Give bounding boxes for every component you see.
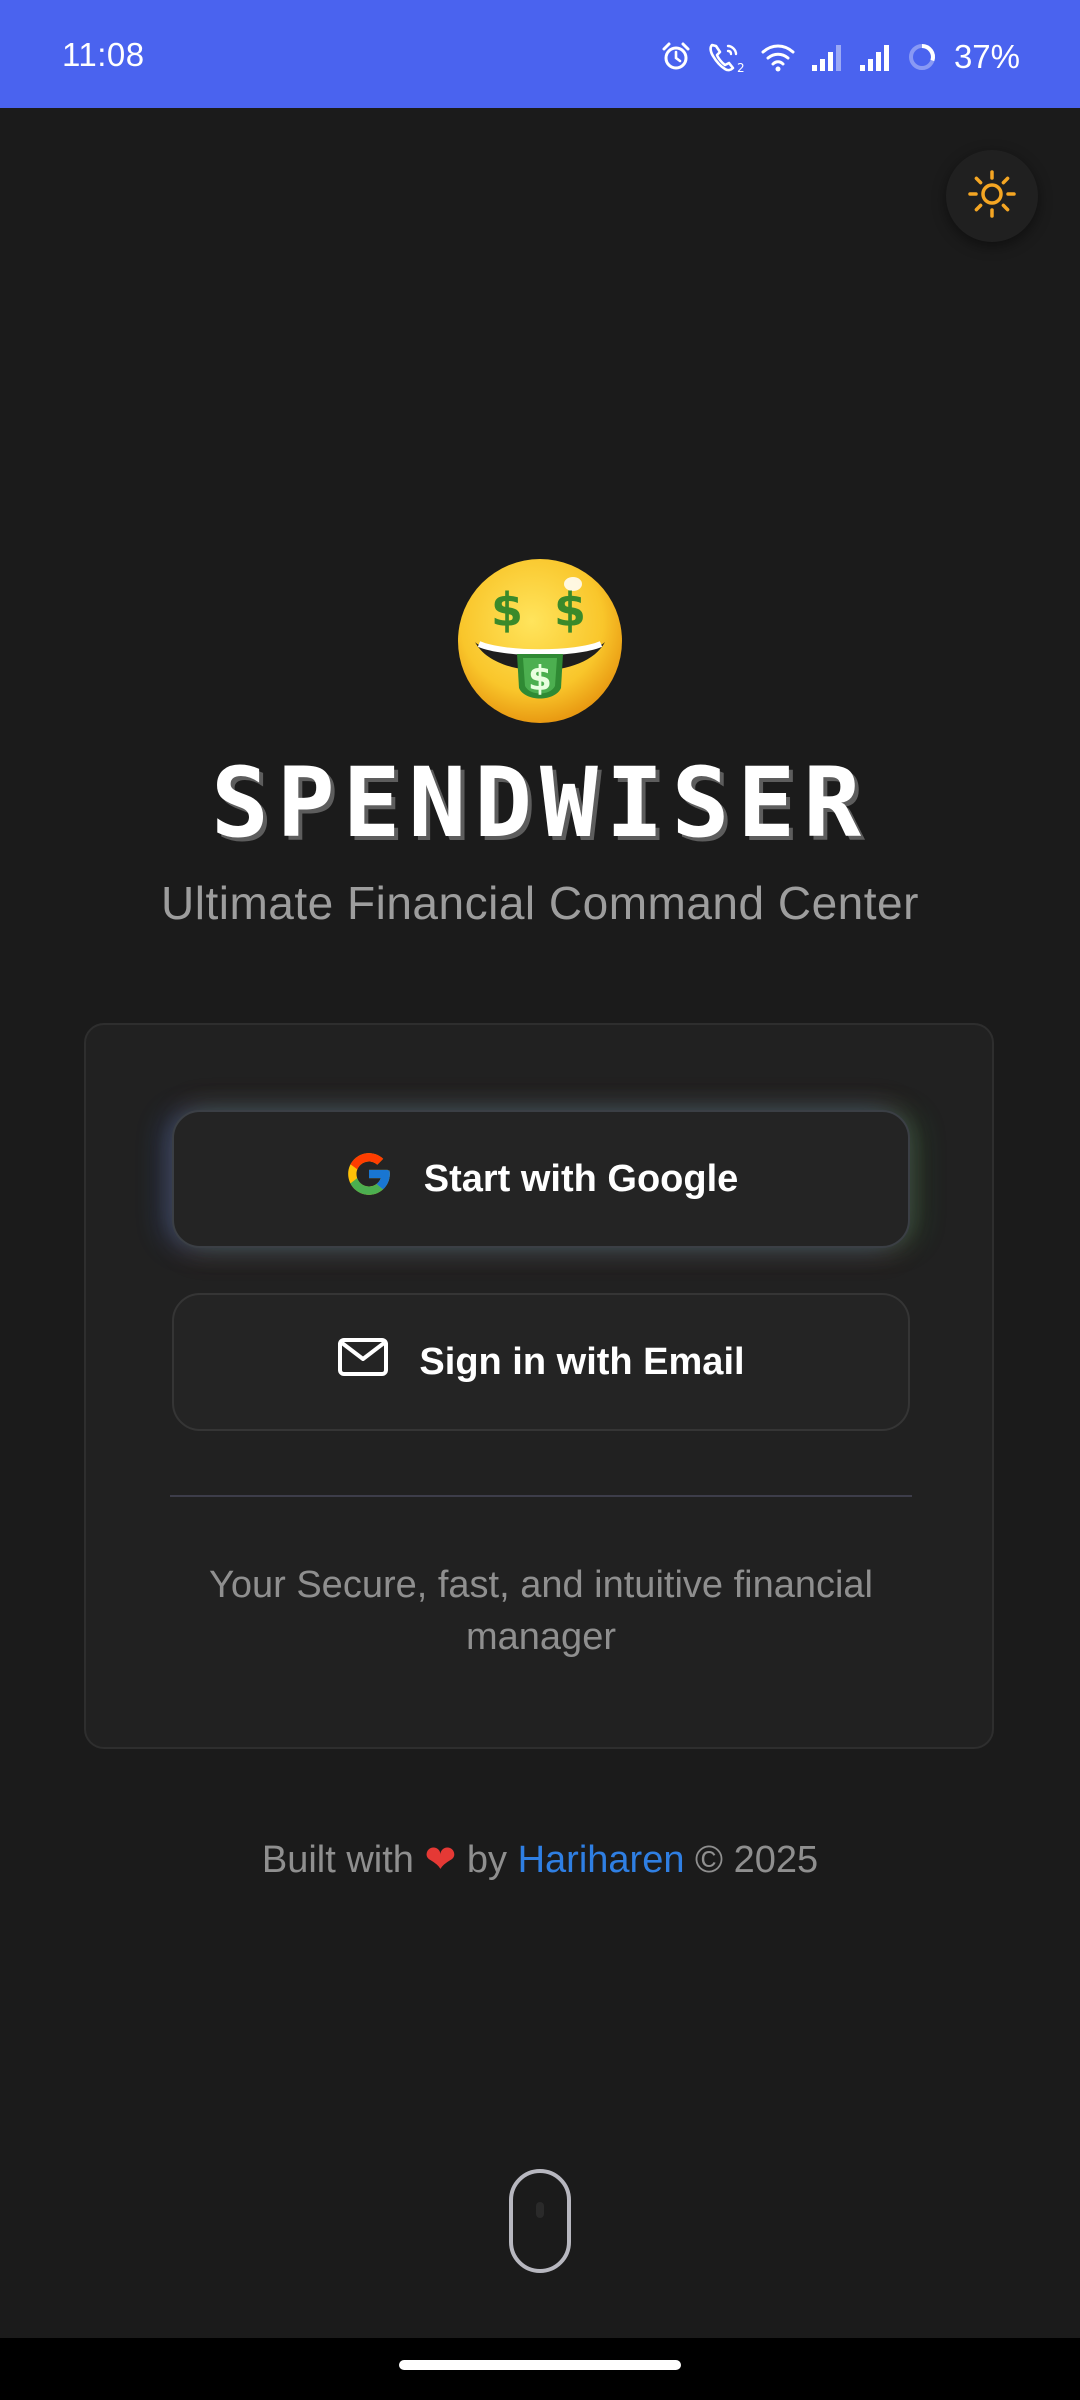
navigation-bar — [0, 2338, 1080, 2400]
battery-ring-icon — [906, 41, 938, 73]
author-link[interactable]: Hariharen — [518, 1839, 685, 1881]
footer-prefix: Built with — [261, 1839, 414, 1881]
svg-text:$: $ — [554, 583, 586, 637]
app-title: SPENDWISER — [211, 747, 869, 859]
wifi-icon — [760, 41, 796, 73]
wifi-calling-icon: 2 — [706, 41, 746, 73]
signal-1-icon — [810, 41, 844, 73]
auth-card: Start with Google Sign in with Email You… — [84, 1023, 994, 1749]
login-screen: 11:08 2 37% $ $ $ SPENDWISER Ultimate Fi… — [0, 0, 1080, 2400]
sun-icon — [966, 168, 1018, 225]
card-tagline: Your Secure, fast, and intuitive financi… — [209, 1564, 873, 1658]
alarm-icon — [660, 41, 692, 73]
battery-percentage: 37% — [953, 38, 1020, 75]
google-button-label: Start with Google — [423, 1157, 739, 1200]
home-indicator[interactable] — [399, 2360, 681, 2370]
google-sign-in-button[interactable]: Start with Google — [172, 1110, 910, 1248]
card-divider — [170, 1495, 912, 1497]
app-subtitle: Ultimate Financial Command Center — [161, 877, 919, 929]
heart-icon: ❤ — [424, 1839, 457, 1881]
svg-text:$: $ — [528, 659, 552, 699]
footer-by: by — [466, 1839, 508, 1881]
theme-toggle-button[interactable] — [946, 150, 1038, 242]
signal-2-icon — [858, 41, 892, 73]
footer-credit: Built with ❤ by Hariharen © 2025 — [0, 1834, 1080, 1886]
status-time: 11:08 — [62, 36, 145, 73]
email-button-label: Sign in with Email — [419, 1340, 745, 1383]
email-sign-in-button[interactable]: Sign in with Email — [172, 1293, 910, 1431]
status-icons: 2 37% — [660, 40, 1020, 74]
mail-icon — [337, 1337, 389, 1387]
svg-text:$: $ — [491, 583, 523, 637]
money-mouth-face-icon: $ $ $ — [455, 556, 625, 726]
footer-copyright: © 2025 — [695, 1839, 819, 1881]
mouse-scroll-icon — [508, 2168, 572, 2274]
google-icon — [344, 1149, 394, 1209]
status-bar: 11:08 2 37% — [0, 0, 1080, 108]
svg-text:2: 2 — [737, 61, 745, 73]
